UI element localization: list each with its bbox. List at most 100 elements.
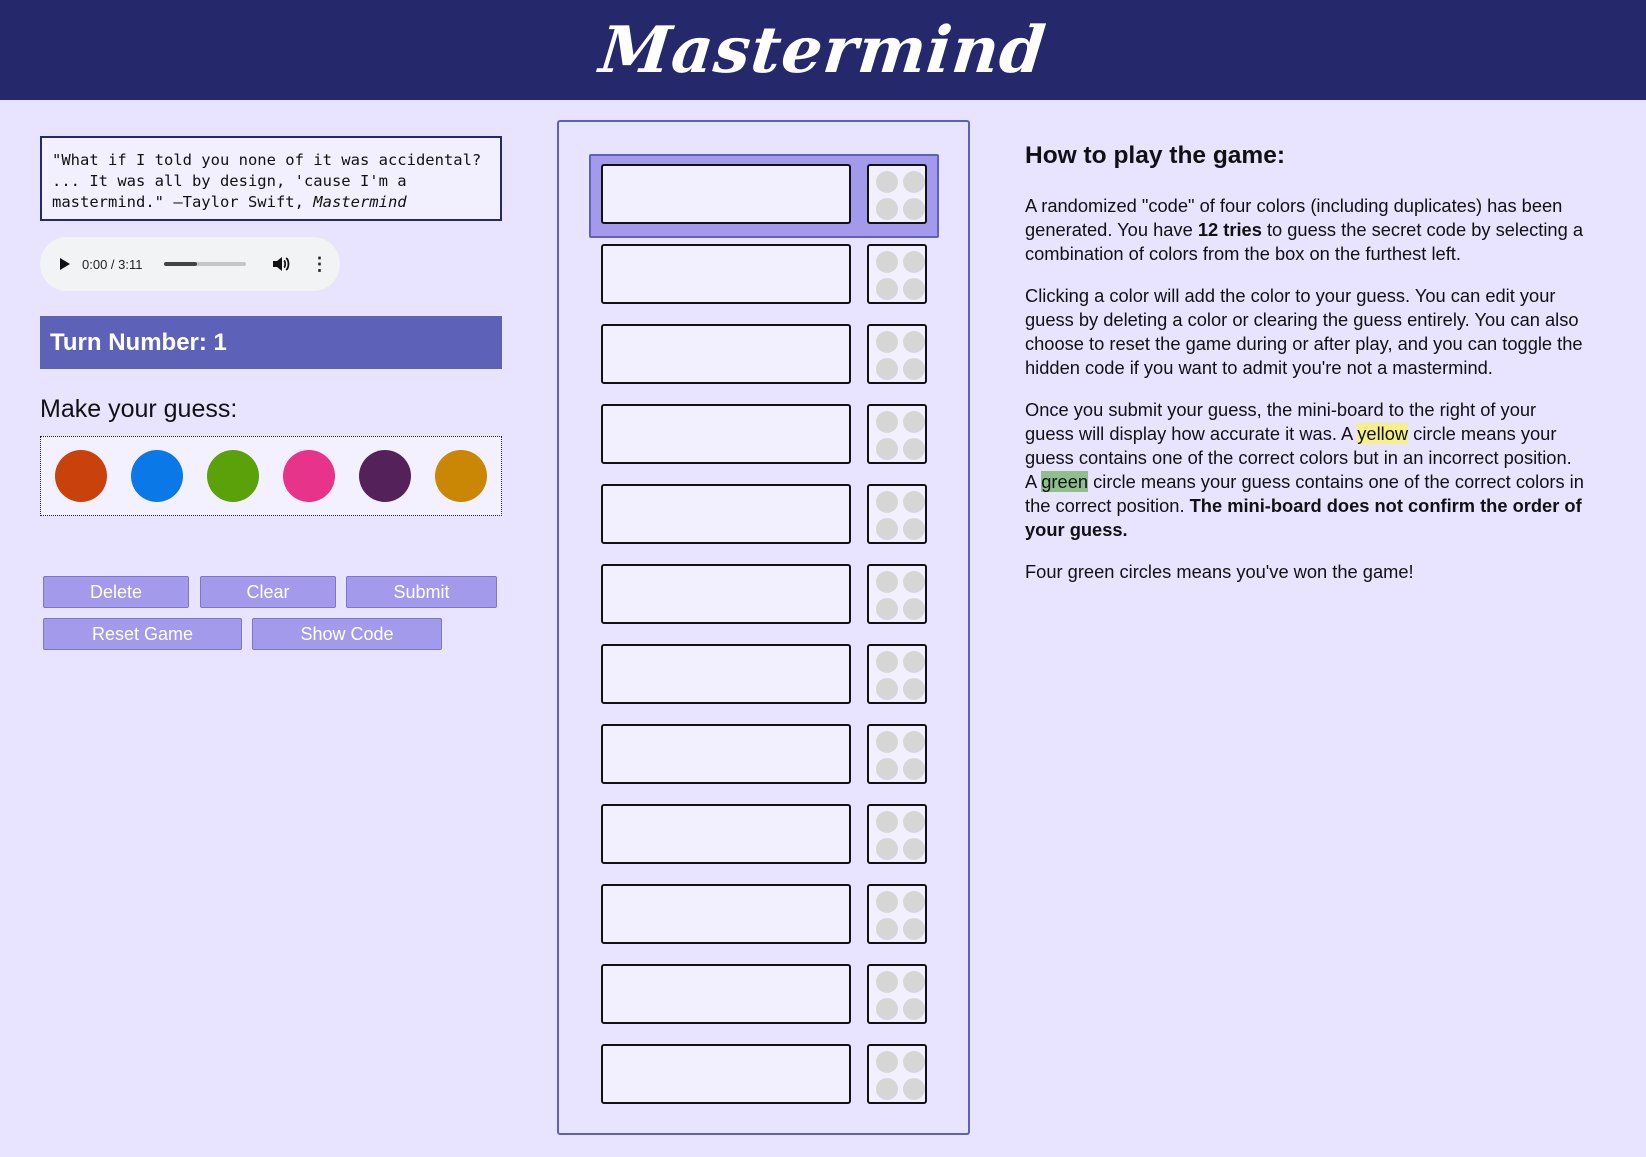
- feedback-peg: [876, 891, 898, 913]
- guess-row: [601, 804, 929, 864]
- instructions-paragraph-1: A randomized "code" of four colors (incl…: [1025, 195, 1583, 264]
- guess-row: [601, 404, 929, 464]
- guess-row: [601, 884, 929, 944]
- instructions-paragraph-4: Four green circles means you've won the …: [1025, 561, 1414, 582]
- turn-number-banner: Turn Number: 1: [40, 316, 502, 369]
- feedback-peg: [876, 571, 898, 593]
- delete-button[interactable]: Delete: [43, 576, 189, 608]
- feedback-peg: [876, 651, 898, 673]
- color-swatch-gold[interactable]: [435, 450, 487, 502]
- quote-box: "What if I told you none of it was accid…: [40, 136, 502, 221]
- feedback-mini-board: [867, 1044, 927, 1104]
- guess-slot: [601, 244, 851, 304]
- reset-game-button[interactable]: Reset Game: [43, 618, 242, 650]
- feedback-mini-board: [867, 724, 927, 784]
- feedback-peg: [903, 251, 925, 273]
- guess-row: [601, 324, 929, 384]
- header-bar: Mastermind: [0, 0, 1646, 100]
- feedback-peg: [903, 811, 925, 833]
- feedback-peg: [903, 278, 925, 300]
- guess-slot: [601, 644, 851, 704]
- guess-row: [601, 244, 929, 304]
- feedback-peg: [876, 438, 898, 460]
- feedback-mini-board: [867, 484, 927, 544]
- green-highlight: green: [1041, 471, 1089, 492]
- guess-slot: [601, 164, 851, 224]
- feedback-peg: [903, 411, 925, 433]
- guess-row: [601, 564, 929, 624]
- feedback-peg: [876, 491, 898, 513]
- volume-icon[interactable]: [272, 256, 290, 272]
- feedback-mini-board: [867, 324, 927, 384]
- guess-slot: [601, 324, 851, 384]
- feedback-peg: [876, 971, 898, 993]
- feedback-peg: [876, 251, 898, 273]
- instructions-panel: How to play the game: A randomized "code…: [1025, 140, 1585, 602]
- feedback-peg: [903, 891, 925, 913]
- guess-slot: [601, 1044, 851, 1104]
- guess-slot: [601, 724, 851, 784]
- feedback-peg: [903, 198, 925, 220]
- feedback-peg: [903, 998, 925, 1020]
- feedback-peg: [903, 438, 925, 460]
- feedback-peg: [876, 918, 898, 940]
- color-swatch-orange[interactable]: [55, 450, 107, 502]
- feedback-peg: [903, 758, 925, 780]
- audio-seek-bar[interactable]: [164, 262, 247, 266]
- feedback-mini-board: [867, 964, 927, 1024]
- color-swatch-green[interactable]: [207, 450, 259, 502]
- audio-seek-fill: [164, 262, 198, 266]
- feedback-peg: [903, 518, 925, 540]
- feedback-peg: [876, 171, 898, 193]
- feedback-peg: [876, 1051, 898, 1073]
- guess-slot: [601, 484, 851, 544]
- instructions-paragraph-2: Clicking a color will add the color to y…: [1025, 285, 1583, 378]
- guess-slot: [601, 884, 851, 944]
- feedback-peg: [876, 198, 898, 220]
- feedback-peg: [876, 278, 898, 300]
- feedback-peg: [876, 678, 898, 700]
- feedback-peg: [903, 491, 925, 513]
- guess-slot: [601, 564, 851, 624]
- feedback-mini-board: [867, 404, 927, 464]
- feedback-mini-board: [867, 244, 927, 304]
- feedback-peg: [903, 731, 925, 753]
- feedback-mini-board: [867, 644, 927, 704]
- guess-slot: [601, 404, 851, 464]
- feedback-peg: [903, 838, 925, 860]
- feedback-peg: [903, 1078, 925, 1100]
- guess-row: [601, 644, 929, 704]
- feedback-mini-board: [867, 564, 927, 624]
- clear-button[interactable]: Clear: [200, 576, 336, 608]
- feedback-mini-board: [867, 884, 927, 944]
- audio-time: 0:00 / 3:11: [82, 256, 143, 272]
- instructions-paragraph-3: Once you submit your guess, the mini-boa…: [1025, 399, 1584, 540]
- feedback-peg: [903, 1051, 925, 1073]
- feedback-peg: [903, 651, 925, 673]
- show-code-button[interactable]: Show Code: [252, 618, 442, 650]
- feedback-peg: [876, 838, 898, 860]
- more-options-icon[interactable]: ⋮: [310, 255, 328, 273]
- color-swatch-blue[interactable]: [131, 450, 183, 502]
- feedback-peg: [876, 731, 898, 753]
- feedback-peg: [903, 598, 925, 620]
- quote-source: Mastermind: [313, 193, 407, 211]
- color-swatch-purple[interactable]: [359, 450, 411, 502]
- submit-button[interactable]: Submit: [346, 576, 497, 608]
- guess-slot: [601, 804, 851, 864]
- feedback-peg: [903, 971, 925, 993]
- feedback-peg: [876, 998, 898, 1020]
- color-swatch-pink[interactable]: [283, 450, 335, 502]
- guess-slot: [601, 964, 851, 1024]
- play-icon[interactable]: [60, 258, 70, 270]
- feedback-peg: [876, 598, 898, 620]
- audio-player[interactable]: 0:00 / 3:11 ⋮: [40, 237, 340, 291]
- yellow-highlight: yellow: [1357, 423, 1409, 444]
- guess-row: [601, 724, 929, 784]
- game-board: [557, 120, 970, 1135]
- feedback-peg: [876, 358, 898, 380]
- feedback-peg: [876, 411, 898, 433]
- feedback-peg: [903, 678, 925, 700]
- feedback-peg: [903, 331, 925, 353]
- feedback-peg: [876, 1078, 898, 1100]
